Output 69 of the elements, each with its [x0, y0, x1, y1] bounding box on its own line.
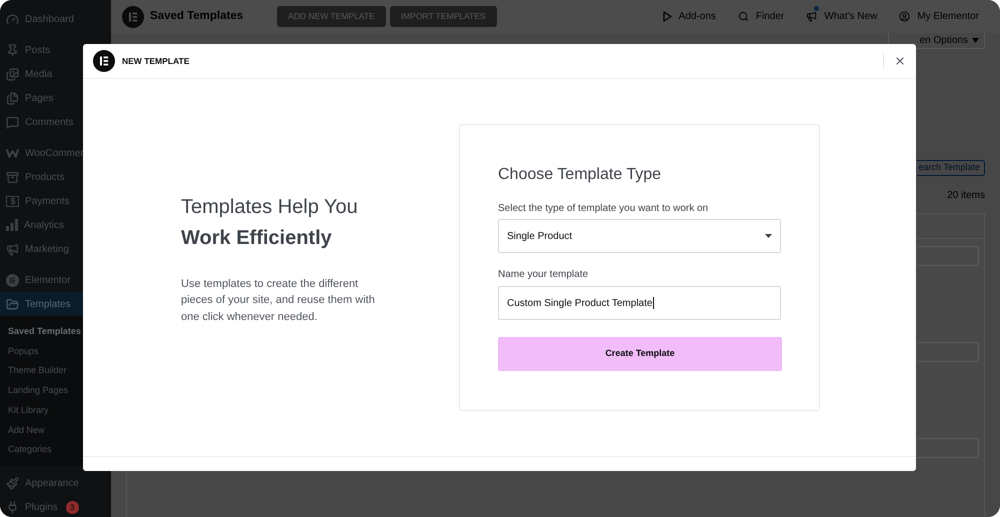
sidebar-item[interactable]: Comments: [0, 110, 83, 134]
caret-down-icon: [765, 234, 772, 238]
submenu-item[interactable]: Categories: [0, 440, 83, 460]
close-icon: [894, 55, 906, 67]
sidebar-item[interactable]: Dashboard: [0, 7, 83, 31]
submenu-item[interactable]: Add New: [0, 420, 83, 440]
submenu-item[interactable]: Kit Library: [0, 400, 83, 420]
play-outline-icon: [662, 11, 672, 22]
gauge-icon: [6, 12, 19, 26]
sidebar-item[interactable]: Templates: [0, 292, 83, 316]
sidebar-item[interactable]: Appearance: [0, 472, 83, 496]
template-type-select[interactable]: Single Product: [498, 219, 781, 253]
caret-down-icon: [972, 38, 979, 43]
toolbar-link[interactable]: Add-ons: [662, 9, 716, 24]
input-field[interactable]: [917, 246, 979, 266]
e-logo-icon: [93, 50, 115, 72]
toolbar-link[interactable]: My Elementor: [899, 9, 979, 24]
form-title: Choose Template Type: [498, 165, 662, 185]
intro-text: Use templates to create the different pieces of your site, and reuse them with one click whenever needed.: [181, 276, 376, 325]
megaphone-icon: [6, 242, 19, 256]
bar-chart-icon: [6, 219, 18, 231]
text-cursor-icon: [653, 297, 654, 309]
paintbrush-icon: [6, 477, 19, 490]
modal-title: NEW TEMPLATE: [122, 54, 190, 68]
template-name-field[interactable]: Custom Single Product Template: [498, 286, 781, 320]
sidebar-item[interactable]: Plugins 3: [0, 496, 83, 517]
create-template-button[interactable]: Create Template: [498, 337, 782, 371]
plug-icon: [6, 501, 19, 514]
sidebar-item[interactable]: Marketing: [0, 237, 83, 261]
intro-heading: Templates Help You: [181, 194, 358, 220]
user-circle-icon: [899, 11, 910, 22]
speech-bubble-icon: [6, 116, 19, 128]
input-field[interactable]: [917, 342, 979, 362]
archive-box-icon: [6, 170, 19, 184]
items-count: 20 items: [947, 190, 985, 202]
close-button[interactable]: [894, 55, 906, 67]
submenu-item[interactable]: Landing Pages: [0, 381, 83, 401]
sidebar-item[interactable]: Elementor: [0, 268, 83, 292]
sidebar-item[interactable]: Media: [0, 62, 83, 86]
submenu-item[interactable]: Theme Builder: [0, 361, 83, 382]
count-badge: 3: [66, 501, 79, 514]
sidebar-item[interactable]: Posts: [0, 38, 83, 62]
images-icon: [6, 68, 19, 80]
sidebar-item[interactable]: Analytics: [0, 213, 83, 237]
sidebar-item[interactable]: Payments: [0, 189, 83, 213]
toolbar-button[interactable]: ADD NEW TEMPLATE: [277, 6, 386, 27]
w-logo-icon: [6, 148, 19, 158]
toolbar-link[interactable]: What's New: [806, 9, 878, 24]
toolbar-link[interactable]: Finder: [738, 9, 784, 24]
sidebar-item[interactable]: WooCommer: [0, 141, 83, 165]
sidebar-item[interactable]: Pages: [0, 86, 83, 110]
intro-heading: Work Efficiently: [181, 226, 332, 251]
megaphone-icon: [806, 11, 818, 22]
e-logo-icon: [122, 6, 144, 28]
input-field[interactable]: [917, 438, 979, 458]
submenu-item[interactable]: Saved Templates: [0, 322, 83, 342]
e-logo-icon: [6, 274, 19, 286]
field-label: Select the type of template you want to work on: [498, 203, 708, 215]
submenu-item[interactable]: Popups: [0, 342, 83, 362]
field-label: Name your template: [498, 269, 588, 281]
toolbar-button[interactable]: IMPORT TEMPLATES: [390, 6, 497, 27]
search-icon: [738, 11, 749, 22]
pin-icon: [6, 44, 19, 56]
pages-icon: [6, 92, 19, 104]
sidebar-item[interactable]: Products: [0, 165, 83, 189]
search-button[interactable]: earch Template: [916, 160, 985, 176]
folder-icon: [6, 298, 19, 310]
page-title: Saved Templates: [150, 8, 244, 24]
dollar-box-icon: [6, 196, 19, 206]
